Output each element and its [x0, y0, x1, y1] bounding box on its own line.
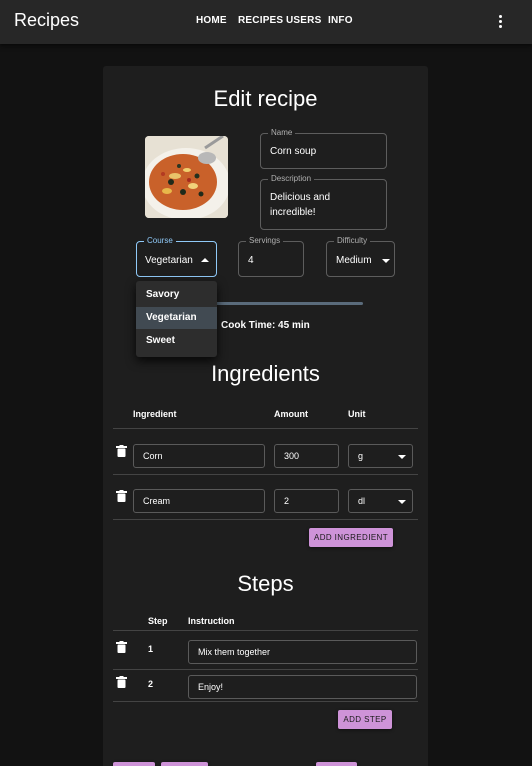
more-vert-icon[interactable] [494, 13, 508, 31]
page-title: Edit recipe [213, 86, 318, 111]
ingredient-name-input[interactable]: Cream [133, 489, 265, 513]
ingredients-title: Ingredients [211, 361, 320, 386]
steps-header-instruction: Instruction [188, 616, 235, 626]
description-label: Description [268, 174, 315, 184]
name-value: Corn soup [270, 146, 317, 157]
nav-info[interactable]: INFO [328, 15, 353, 26]
description-value-line2: incredible! [270, 207, 316, 218]
ingredients-header-unit: Unit [348, 409, 366, 419]
app-bar: Recipes HOME RECIPES USERS INFO [0, 0, 532, 44]
chevron-down-icon [398, 455, 406, 459]
course-option-sweet[interactable]: Sweet [136, 330, 217, 352]
bottom-action-button-2[interactable] [161, 762, 208, 766]
ingredients-header-amount: Amount [274, 409, 308, 419]
delete-icon[interactable] [116, 489, 127, 502]
chevron-up-icon [201, 258, 209, 262]
edit-recipe-card: Edit recipe Name Corn soup Description D… [103, 66, 428, 766]
delete-icon[interactable] [116, 640, 127, 653]
nav-recipes[interactable]: RECIPES [238, 15, 283, 26]
name-label: Name [268, 128, 296, 138]
chevron-down-icon [382, 259, 390, 263]
chevron-down-icon [398, 500, 406, 504]
add-ingredient-button[interactable]: ADD INGREDIENT [309, 528, 393, 547]
delete-icon[interactable] [116, 675, 127, 688]
ingredient-name-input[interactable]: Corn [133, 444, 265, 468]
step-row-divider [113, 701, 418, 702]
course-value: Vegetarian [145, 255, 193, 266]
step-instruction-input[interactable]: Enjoy! [188, 675, 417, 699]
step-number: 2 [148, 679, 154, 689]
description-value-line1: Delicious and [270, 192, 331, 203]
ingredient-row-divider [113, 519, 418, 520]
recipe-image [145, 136, 228, 218]
delete-icon[interactable] [116, 444, 127, 457]
course-label: Course [144, 236, 176, 246]
cook-time-text: Cook Time: 45 min [221, 320, 310, 331]
course-option-vegetarian[interactable]: Vegetarian [136, 307, 217, 329]
ingredient-unit-select[interactable]: g [348, 444, 413, 468]
steps-header-divider [113, 630, 418, 631]
difficulty-label: Difficulty [334, 236, 371, 246]
step-instruction-input[interactable]: Mix them together [188, 640, 417, 664]
name-field[interactable]: Name Corn soup [260, 128, 387, 169]
ingredients-header-divider [113, 428, 418, 429]
bottom-action-button-1[interactable] [113, 762, 155, 766]
step-row-divider [113, 669, 418, 670]
course-dropdown-menu: Savory Vegetarian Sweet [136, 281, 217, 357]
ingredient-unit-select[interactable]: dl [348, 489, 413, 513]
difficulty-select[interactable]: Difficulty Medium [326, 236, 395, 277]
servings-label: Servings [246, 236, 284, 246]
add-step-button[interactable]: ADD STEP [338, 710, 392, 729]
ingredients-header-ingredient: Ingredient [133, 409, 177, 419]
difficulty-value: Medium [336, 255, 372, 266]
ingredient-row-divider [113, 474, 418, 475]
course-option-savory[interactable]: Savory [136, 284, 217, 306]
steps-title: Steps [237, 571, 294, 596]
course-select[interactable]: Course Vegetarian [136, 236, 217, 277]
description-field[interactable]: Description Delicious and incredible! [260, 174, 387, 230]
servings-value: 4 [248, 255, 254, 266]
nav-home[interactable]: HOME [196, 15, 227, 26]
nav-users[interactable]: USERS [286, 15, 321, 26]
ingredient-amount-input[interactable]: 2 [274, 489, 339, 513]
ingredient-amount-input[interactable]: 300 [274, 444, 339, 468]
unit-value: dl [358, 496, 366, 506]
servings-field[interactable]: Servings 4 [238, 236, 304, 277]
steps-header-step: Step [148, 616, 168, 626]
step-number: 1 [148, 644, 154, 654]
app-title[interactable]: Recipes [14, 10, 79, 31]
bottom-action-button-3[interactable] [316, 762, 357, 766]
unit-value: g [358, 451, 364, 461]
